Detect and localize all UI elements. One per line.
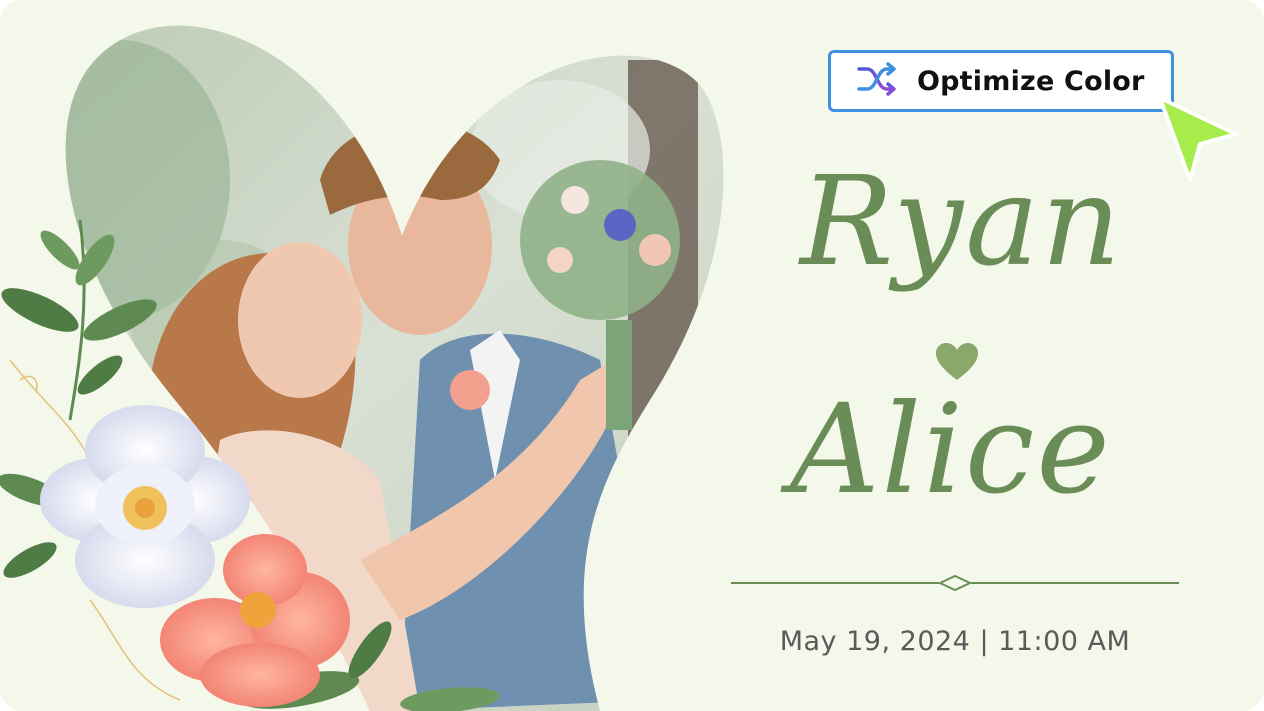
event-date-time: May 19, 2024 | 11:00 AM — [779, 626, 1131, 657]
heart-icon — [936, 343, 978, 380]
optimize-color-button[interactable]: Optimize Color — [828, 50, 1174, 112]
divider-line — [731, 574, 1179, 592]
shuffle-icon — [855, 57, 899, 106]
partner-name-1: Ryan — [800, 150, 1124, 294]
optimize-color-label: Optimize Color — [917, 65, 1145, 97]
invitation-card: Optimize Color Ryan Alice May 19, 2024 |… — [0, 0, 1264, 711]
cursor-arrow-icon — [1158, 96, 1238, 182]
wedding-photo — [65, 25, 724, 711]
partner-name-2: Alice — [790, 378, 1112, 522]
